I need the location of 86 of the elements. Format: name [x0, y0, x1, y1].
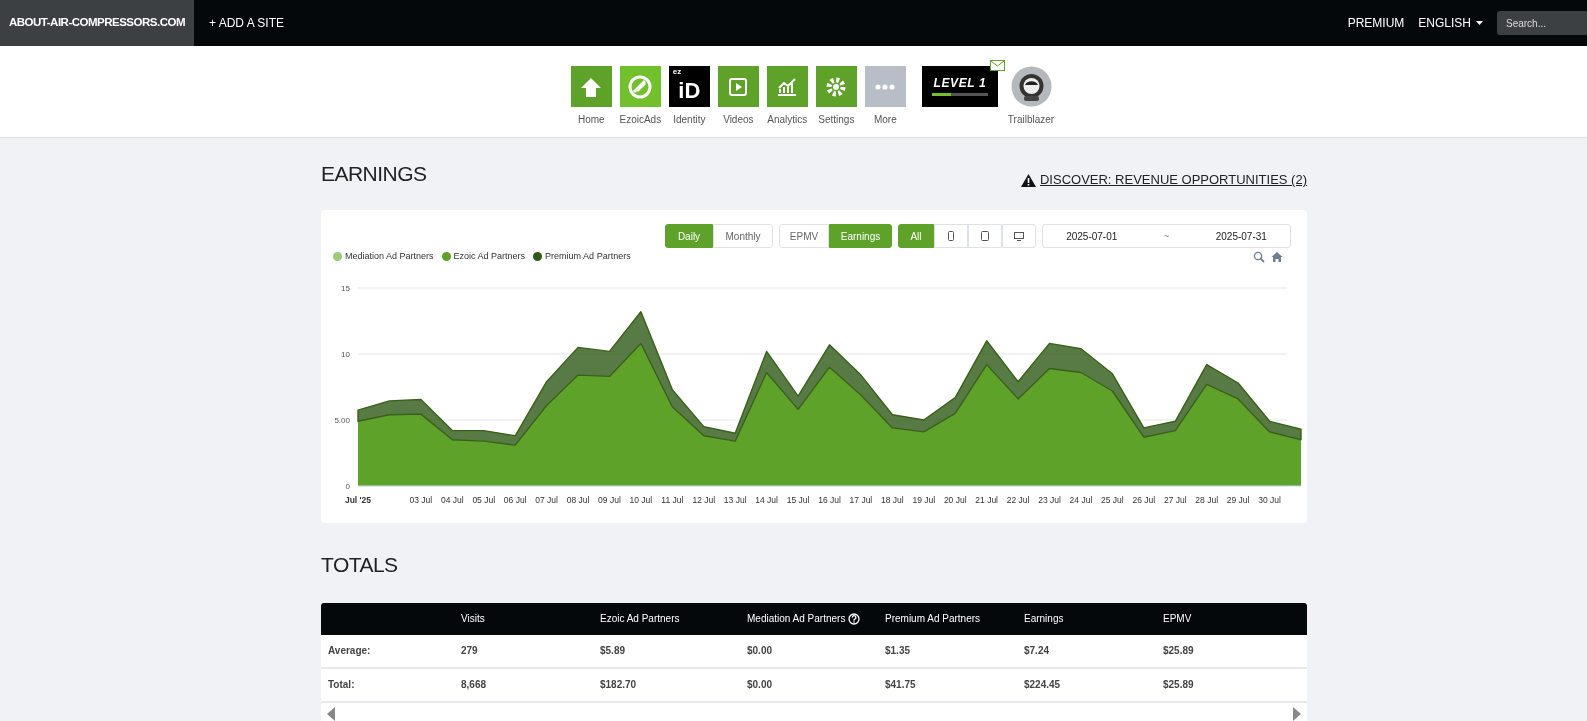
- x-tick-label: 10 Jul: [629, 494, 653, 505]
- legend-item[interactable]: Ezoic Ad Partners: [441, 250, 526, 264]
- help-icon[interactable]: [848, 612, 861, 625]
- x-tick-label: 23 Jul: [1038, 494, 1061, 505]
- table-cell: $41.75: [885, 679, 916, 690]
- column-header: EPMV: [1163, 612, 1192, 626]
- y-tick-label: 0: [345, 481, 350, 491]
- toggle-button[interactable]: [968, 224, 1002, 248]
- row-label: Average:: [328, 645, 371, 656]
- date-range-field[interactable]: 2025-07-01 ~ 2025-07-31: [1042, 224, 1291, 248]
- table-cell: $5.89: [600, 645, 626, 656]
- profile-button[interactable]: Trailblazer: [1007, 66, 1055, 127]
- table-cell: $0.00: [747, 679, 773, 690]
- x-tick-label: 09 Jul: [598, 494, 621, 505]
- y-tick-label: 15: [341, 283, 350, 293]
- desktop-icon: [1014, 231, 1024, 241]
- toggle-button[interactable]: [1002, 224, 1036, 248]
- x-tick-label: 03 Jul: [409, 494, 433, 505]
- legend-item[interactable]: Mediation Ad Partners: [333, 250, 434, 264]
- level-text: LEVEL 1: [933, 77, 987, 89]
- column-header: Mediation Ad Partners: [747, 612, 846, 626]
- x-tick-label: 21 Jul: [975, 494, 998, 505]
- table-cell: $182.70: [600, 679, 637, 690]
- table-cell: $25.89: [1163, 679, 1194, 690]
- logo-text: iD: [678, 79, 701, 102]
- tablet-icon: [981, 231, 989, 241]
- warning-icon: [1020, 173, 1036, 187]
- row-label: Total:: [328, 679, 355, 690]
- x-tick-label: 06 Jul: [503, 494, 527, 505]
- toggle-button[interactable]: EPMV: [779, 224, 829, 248]
- x-tick-label: 30 Jul: [1258, 494, 1281, 505]
- x-tick-label: 13 Jul: [723, 494, 747, 505]
- section-title: TOTALS: [321, 552, 399, 578]
- table-cell: $1.35: [885, 645, 911, 656]
- column-header: Ezoic Ad Partners: [600, 612, 680, 626]
- search-field[interactable]: Search...: [1497, 11, 1587, 35]
- x-tick-label: 26 Jul: [1132, 494, 1156, 505]
- x-tick-label: 24 Jul: [1069, 494, 1093, 505]
- x-tick-label: 14 Jul: [755, 494, 778, 505]
- column-header: Premium Ad Partners: [885, 612, 981, 626]
- table-cell: $224.45: [1024, 679, 1061, 690]
- x-tick-label: 04 Jul: [440, 494, 464, 505]
- column-header: Earnings: [1024, 612, 1064, 626]
- scroll-right-icon[interactable]: [1293, 706, 1301, 721]
- premium-link[interactable]: PREMIUM: [1347, 14, 1405, 32]
- x-tick-label: 11 Jul: [661, 494, 684, 505]
- y-tick-label: 5.00: [334, 415, 350, 425]
- x-tick-label: 29 Jul: [1226, 494, 1250, 505]
- x-tick-label: 15 Jul: [786, 494, 810, 505]
- x-tick-label: 05 Jul: [472, 494, 496, 505]
- caret-icon: [1476, 21, 1483, 25]
- column-header: Visits: [461, 612, 485, 626]
- x-tick-label: 25 Jul: [1101, 494, 1124, 505]
- x-tick-label: 07 Jul: [535, 494, 558, 505]
- table-cell: $7.24: [1024, 645, 1050, 656]
- logo-text: ez: [672, 67, 682, 77]
- discover-link[interactable]: DISCOVER: REVENUE OPPORTUNITIES (2): [1020, 170, 1307, 190]
- x-tick-label: 19 Jul: [912, 494, 936, 505]
- table-cell: $0.00: [747, 645, 773, 656]
- toggle-button[interactable]: [934, 224, 968, 248]
- x-tick-label: 22 Jul: [1006, 494, 1030, 505]
- x-tick-label: 08 Jul: [566, 494, 590, 505]
- language-dropdown[interactable]: ENGLISH: [1418, 14, 1483, 32]
- x-tick-label: Jul '25: [344, 494, 372, 505]
- x-tick-label: 16 Jul: [818, 494, 841, 505]
- add-site-link[interactable]: + ADD A SITE: [209, 14, 285, 32]
- x-tick-label: 20 Jul: [943, 494, 967, 505]
- legend-item[interactable]: Premium Ad Partners: [533, 250, 631, 264]
- x-tick-label: 27 Jul: [1163, 494, 1187, 505]
- more-icon: [875, 83, 896, 90]
- level-badge[interactable]: LEVEL 1: [921, 66, 998, 107]
- home-icon[interactable]: [1271, 250, 1283, 263]
- y-tick-label: 10: [341, 349, 350, 359]
- phone-icon: [948, 231, 954, 241]
- table-cell: 279: [461, 645, 478, 656]
- toggle-button[interactable]: Monthly: [713, 224, 773, 248]
- x-tick-label: 17 Jul: [849, 494, 873, 505]
- x-tick-label: 28 Jul: [1195, 494, 1219, 505]
- zoom-icon[interactable]: [1253, 250, 1265, 263]
- x-tick-label: 18 Jul: [881, 494, 904, 505]
- table-cell: 8,668: [461, 679, 487, 690]
- section-title: EARNINGS: [321, 161, 427, 188]
- astronaut-avatar-icon: [1010, 66, 1052, 107]
- scroll-left-icon[interactable]: [327, 706, 335, 721]
- x-tick-label: 12 Jul: [692, 494, 716, 505]
- table-cell: $25.89: [1163, 645, 1194, 656]
